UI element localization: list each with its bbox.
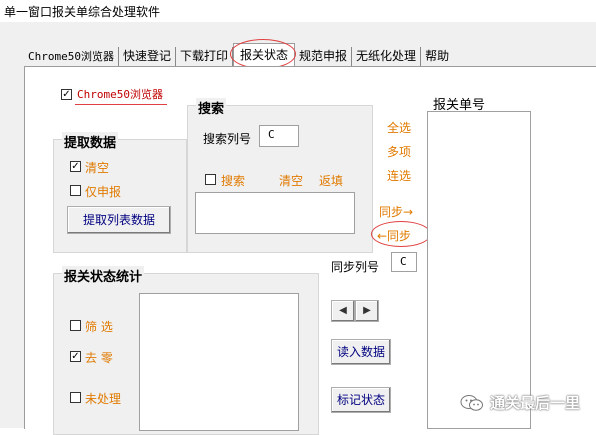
mark-status-button[interactable]: 标记状态 <box>331 387 391 413</box>
sync-backward-link[interactable]: ←同步 <box>377 227 411 244</box>
filter-label: 筛 选 <box>85 320 113 334</box>
search-checkbox[interactable] <box>205 174 216 185</box>
unprocessed-label: 未处理 <box>85 392 122 406</box>
status-tab-panel: ✓ Chrome50浏览器 提取数据 ✓ 清空 仅申报 提取列表数据 搜索 搜索… <box>24 66 596 435</box>
tab-label: 报关状态 <box>240 48 289 62</box>
filter-checkbox[interactable] <box>70 320 81 331</box>
window-title: 单一窗口报关单综合处理软件 <box>4 5 161 19</box>
search-column-label: 搜索列号 <box>203 132 252 146</box>
dedupe-checkbox[interactable]: ✓ <box>70 351 81 362</box>
tab-label: 帮助 <box>425 49 450 63</box>
tab-help[interactable]: 帮助 <box>421 47 453 66</box>
search-clear-link[interactable]: 清空 <box>279 172 303 189</box>
sync-column-label: 同步列号 <box>331 260 380 274</box>
consecutive-select-link[interactable]: 连选 <box>387 167 411 184</box>
title-bar: 单一窗口报关单综合处理软件 <box>0 0 596 22</box>
search-title: 搜索 <box>196 98 227 117</box>
chrome50-checkbox[interactable]: ✓ <box>61 89 72 100</box>
dedupe-label: 去 零 <box>85 351 113 365</box>
status-stats-title: 报关状态统计 <box>62 266 145 285</box>
tab-paperless[interactable]: 无纸化处理 <box>352 47 422 66</box>
tab-label: 无纸化处理 <box>356 49 417 63</box>
read-data-button[interactable]: 读入数据 <box>331 339 391 365</box>
sync-forward-link[interactable]: 同步→ <box>379 203 413 220</box>
only-declare-checkbox[interactable] <box>70 185 81 196</box>
search-column-input[interactable]: C <box>259 125 299 147</box>
chrome50-underline <box>75 104 167 105</box>
backfill-link[interactable]: 返填 <box>319 172 343 189</box>
tab-standard-declare[interactable]: 规范申报 <box>295 47 353 66</box>
clear-label: 清空 <box>85 161 110 175</box>
unprocessed-checkbox[interactable] <box>70 392 81 403</box>
next-button[interactable]: ▶ <box>355 300 379 322</box>
status-stats-list[interactable] <box>139 293 299 431</box>
clear-checkbox[interactable]: ✓ <box>70 161 81 172</box>
tab-strip: Chrome50浏览器 快速登记 下载打印 报关状态 规范申报 无纸化处理 帮助 <box>24 39 453 69</box>
search-text-area[interactable] <box>195 192 355 234</box>
declaration-number-list[interactable] <box>427 111 531 429</box>
watermark: 通关最后一里 <box>460 392 580 413</box>
tab-quick-register[interactable]: 快速登记 <box>119 47 176 66</box>
tab-declaration-status[interactable]: 报关状态 <box>230 39 297 69</box>
watermark-text: 通关最后一里 <box>490 394 581 412</box>
tab-label: Chrome50浏览器 <box>28 50 114 63</box>
tab-download-print[interactable]: 下载打印 <box>176 47 234 66</box>
tab-label: 下载打印 <box>180 49 229 63</box>
sync-column-input[interactable]: C <box>391 252 417 272</box>
tab-label: 规范申报 <box>299 49 348 63</box>
tab-label: 快速登记 <box>122 49 171 63</box>
chrome50-label: Chrome50浏览器 <box>77 88 163 101</box>
tab-chrome50[interactable]: Chrome50浏览器 <box>24 47 119 66</box>
multi-select-link[interactable]: 多项 <box>387 143 411 160</box>
select-all-link[interactable]: 全选 <box>387 119 411 136</box>
only-declare-label: 仅申报 <box>85 185 122 199</box>
fetch-data-title: 提取数据 <box>62 132 119 151</box>
prev-button[interactable]: ◀ <box>331 300 355 322</box>
wechat-icon <box>460 394 484 412</box>
search-label: 搜索 <box>221 174 246 188</box>
fetch-list-data-button[interactable]: 提取列表数据 <box>67 206 171 234</box>
